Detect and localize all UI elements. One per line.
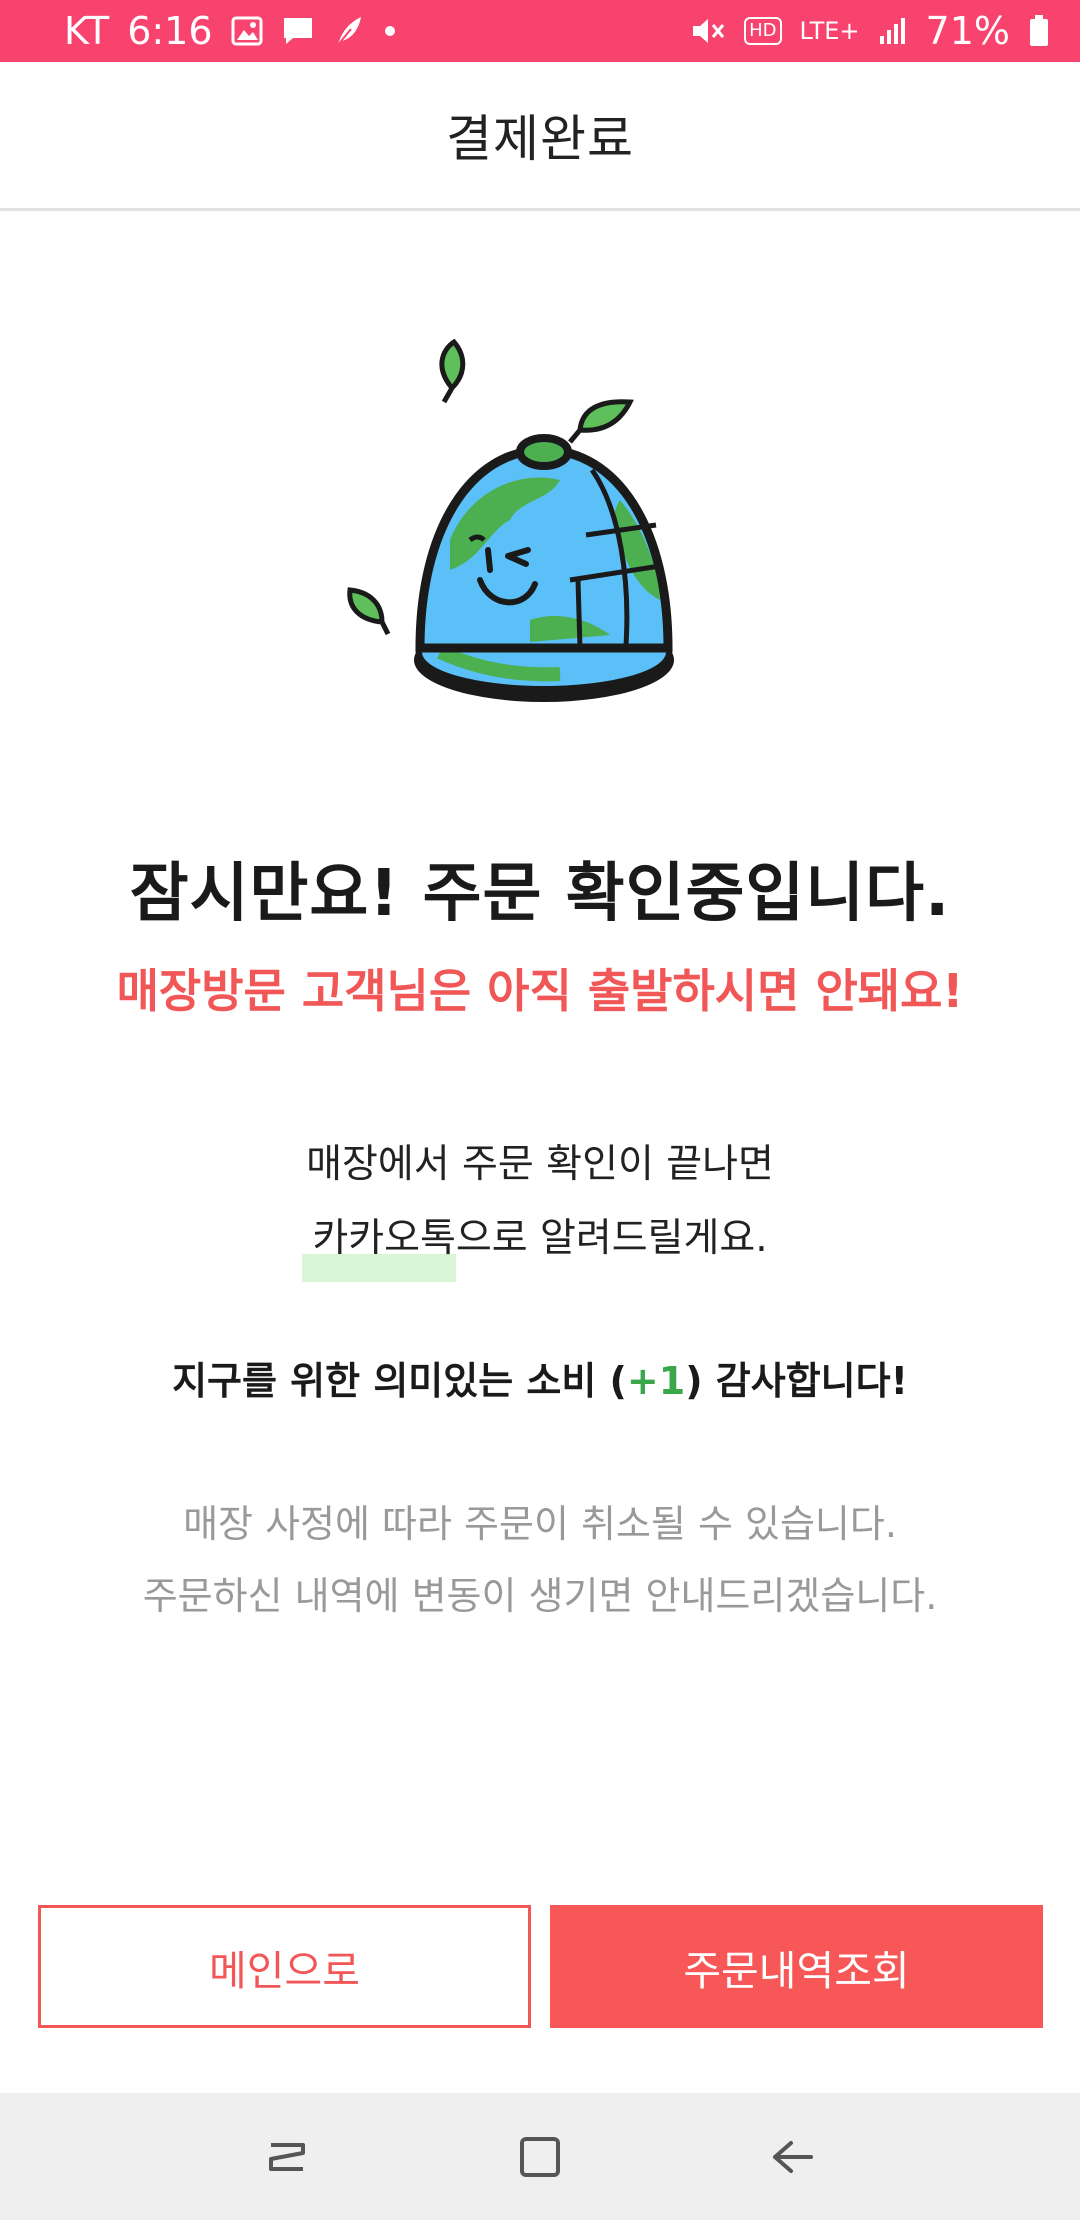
signal-icon xyxy=(878,16,908,46)
carrier-label: KT xyxy=(64,9,110,53)
headline: 잠시만요! 주문 확인중입니다. xyxy=(129,857,951,931)
dot-icon xyxy=(383,24,397,38)
kakao-notice: 매장에서 주문 확인이 끝나면 카카오톡 으로 알려드릴게요. xyxy=(0,1128,1080,1282)
notice-line-2-rest: 으로 알려드릴게요. xyxy=(455,1216,768,1261)
status-bar-right: HD LTE+ 71% xyxy=(690,9,1050,53)
kakaotalk-label: 카카오톡 xyxy=(312,1216,456,1261)
leaf-icon xyxy=(347,587,391,636)
message-icon xyxy=(281,15,315,47)
status-bar: KT 6:16 HD LTE+ 71% xyxy=(0,0,1080,62)
thanks-suffix: ) 감사합니다! xyxy=(685,1359,908,1403)
image-icon xyxy=(231,16,263,46)
cancellation-policy: 매장 사정에 따라 주문이 취소될 수 있습니다. 주문하신 내역에 변동이 생… xyxy=(0,1488,1080,1632)
system-nav-bar xyxy=(0,2093,1080,2220)
app-bar: 결제완료 xyxy=(0,62,1080,211)
earth-cloche-illustration xyxy=(330,330,750,730)
mute-icon xyxy=(690,15,726,47)
status-time: 6:16 xyxy=(127,9,213,53)
battery-icon xyxy=(1028,14,1050,48)
leaf-icon xyxy=(439,338,466,404)
go-main-button[interactable]: 메인으로 xyxy=(38,1905,531,2028)
leaf-icon xyxy=(568,399,634,444)
status-bar-left: KT 6:16 xyxy=(64,9,397,53)
policy-line-2: 주문하신 내역에 변동이 생기면 안내드리겠습니다. xyxy=(142,1574,938,1618)
hd-icon: HD xyxy=(744,17,782,45)
lte-icon: LTE+ xyxy=(799,17,860,45)
warning-message: 매장방문 고객님은 아직 출발하시면 안돼요! xyxy=(116,964,964,1018)
notice-line-2: 카카오톡 으로 알려드릴게요. xyxy=(0,1202,1080,1282)
kakaotalk-highlight: 카카오톡 xyxy=(302,1202,456,1282)
home-icon[interactable] xyxy=(500,2117,580,2197)
order-history-button[interactable]: 주문내역조회 xyxy=(550,1905,1043,2028)
page-title: 결제완료 xyxy=(446,110,634,168)
thanks-message: 지구를 위한 의미있는 소비 (+1) 감사합니다! xyxy=(0,1350,1080,1405)
recent-apps-icon[interactable] xyxy=(247,2117,327,2197)
policy-line-1: 매장 사정에 따라 주문이 취소될 수 있습니다. xyxy=(183,1502,897,1546)
back-icon[interactable] xyxy=(753,2117,833,2197)
plus-one-badge: +1 xyxy=(626,1359,686,1403)
battery-percent: 71% xyxy=(925,9,1010,53)
feather-icon xyxy=(333,14,365,48)
notice-line-1: 매장에서 주문 확인이 끝나면 xyxy=(306,1142,774,1187)
thanks-prefix: 지구를 위한 의미있는 소비 ( xyxy=(172,1359,627,1403)
